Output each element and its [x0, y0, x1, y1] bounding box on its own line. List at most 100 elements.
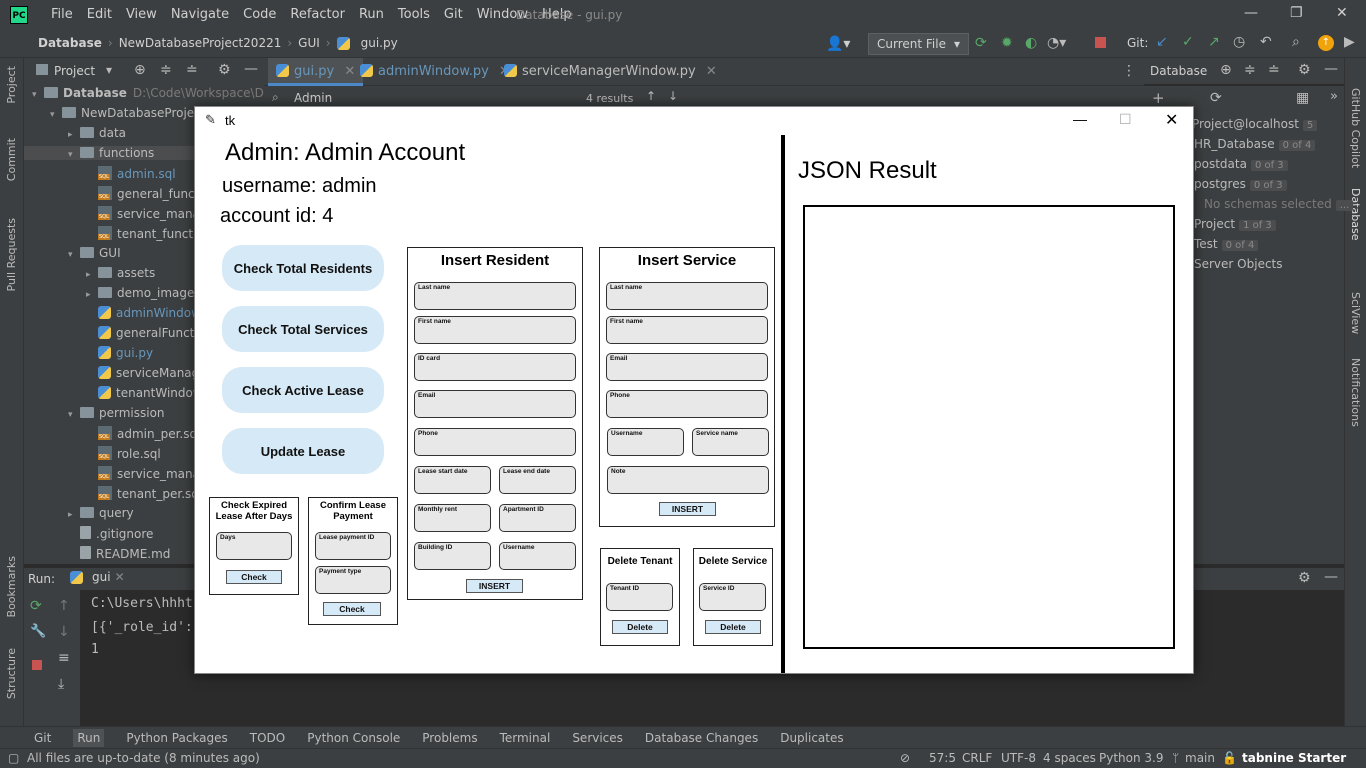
check-active-lease-button[interactable]: Check Active Lease: [222, 367, 384, 413]
minimize-icon[interactable]: —: [1244, 5, 1258, 21]
menu-view[interactable]: View: [119, 7, 164, 22]
collapse-all-icon[interactable]: ≐: [186, 62, 198, 78]
menu-run[interactable]: Run: [352, 7, 391, 22]
service-last-name-field[interactable]: Last name: [606, 282, 768, 310]
arrow-up-icon[interactable]: ↑: [58, 598, 70, 614]
resident-phone-field[interactable]: Phone: [414, 428, 576, 456]
db-tree-item[interactable]: postdata 0 of 3: [1194, 157, 1288, 171]
service-name-field[interactable]: Service name: [692, 428, 769, 456]
wrench-icon[interactable]: 🔧: [30, 624, 46, 639]
payment-type-field[interactable]: Payment type: [315, 566, 391, 594]
resident-first-name-field[interactable]: First name: [414, 316, 576, 344]
git-commit-icon[interactable]: ✓: [1182, 34, 1194, 50]
menu-navigate[interactable]: Navigate: [164, 7, 236, 22]
tool-tab-commit[interactable]: Commit: [5, 138, 18, 181]
maximize-icon[interactable]: ☐: [1119, 111, 1132, 128]
user-icon[interactable]: 👤▾: [826, 36, 850, 52]
refresh-icon[interactable]: ⟳: [1210, 90, 1222, 106]
db-tree-item[interactable]: Project@localhost 5: [1192, 117, 1318, 131]
tabnine-status[interactable]: tabnine Starter: [1242, 751, 1346, 765]
insert-service-button[interactable]: INSERT: [659, 502, 716, 516]
tool-terminal[interactable]: Terminal: [500, 731, 551, 745]
coverage-icon[interactable]: ◐: [1025, 35, 1037, 51]
run-tab-gui[interactable]: gui ✕: [70, 570, 125, 584]
locate-icon[interactable]: ⊕: [1220, 62, 1232, 78]
chevron-down-icon[interactable]: ▾: [32, 90, 44, 100]
locate-icon[interactable]: ⊕: [134, 62, 146, 78]
update-icon[interactable]: ↑: [1318, 35, 1334, 51]
menu-tools[interactable]: Tools: [391, 7, 437, 22]
add-icon[interactable]: +: [1152, 89, 1165, 107]
arrow-up-icon[interactable]: ↑: [646, 89, 656, 103]
chevron-down-icon[interactable]: ▾: [68, 150, 80, 160]
breadcrumb-item[interactable]: GUI: [298, 36, 320, 50]
chevron-down-icon[interactable]: ▾: [50, 110, 62, 120]
lock-icon[interactable]: 🔓: [1222, 751, 1237, 765]
expand-all-icon[interactable]: ≑: [160, 62, 172, 78]
resident-last-name-field[interactable]: Last name: [414, 282, 576, 310]
tool-tab-bookmarks[interactable]: Bookmarks: [5, 556, 18, 617]
tool-tab-sciview[interactable]: SciView: [1349, 292, 1362, 334]
tenant-id-field[interactable]: Tenant ID: [606, 583, 673, 611]
breadcrumb-item[interactable]: gui.py: [361, 36, 398, 50]
update-lease-button[interactable]: Update Lease: [222, 428, 384, 474]
db-tree-item[interactable]: No schemas selected...: [1204, 197, 1354, 211]
arrow-down-icon[interactable]: ↓: [58, 624, 70, 640]
tool-tab-github-copilot[interactable]: GitHub Copilot: [1349, 88, 1362, 168]
chevron-down-icon[interactable]: ▾: [68, 410, 80, 420]
db-tree-item[interactable]: HR_Database 0 of 4: [1194, 137, 1316, 151]
profile-icon[interactable]: ◔▾: [1047, 35, 1066, 51]
apartment-id-field[interactable]: Apartment ID: [499, 504, 576, 532]
minimize-icon[interactable]: —: [1073, 111, 1087, 127]
rollback-icon[interactable]: ↶: [1260, 34, 1272, 50]
lease-start-date-field[interactable]: Lease start date: [414, 466, 491, 494]
service-phone-field[interactable]: Phone: [606, 390, 768, 418]
chevron-right-icon[interactable]: ▸: [86, 290, 98, 300]
git-branch[interactable]: main: [1185, 751, 1215, 765]
service-note-field[interactable]: Note: [607, 466, 769, 494]
hide-icon[interactable]: —: [244, 61, 258, 77]
soft-wrap-icon[interactable]: ≡: [58, 650, 70, 666]
collapse-all-icon[interactable]: ≐: [1268, 62, 1280, 78]
db-tree-item[interactable]: Server Objects: [1194, 257, 1283, 271]
chevron-right-icon[interactable]: ▸: [68, 130, 80, 140]
arrow-down-icon[interactable]: ↓: [668, 89, 678, 103]
tab-gui-py[interactable]: gui.py ✕: [268, 58, 364, 86]
gear-icon[interactable]: ⚙: [218, 62, 231, 78]
monthly-rent-field[interactable]: Monthly rent: [414, 504, 491, 532]
close-icon[interactable]: ✕: [1165, 110, 1178, 130]
menu-refactor[interactable]: Refactor: [283, 7, 352, 22]
tool-python-packages[interactable]: Python Packages: [126, 731, 227, 745]
resident-id-card-field[interactable]: ID card: [414, 353, 576, 381]
tab-service-manager-window[interactable]: serviceManagerWindow.py ✕: [496, 58, 725, 86]
service-email-field[interactable]: Email: [606, 353, 768, 381]
more-icon[interactable]: »: [1330, 89, 1338, 104]
check-total-services-button[interactable]: Check Total Services: [222, 306, 384, 352]
menu-code[interactable]: Code: [236, 7, 283, 22]
resident-username-field[interactable]: Username: [499, 542, 576, 570]
tool-problems[interactable]: Problems: [422, 731, 477, 745]
chevron-right-icon[interactable]: ▸: [86, 270, 98, 280]
close-tab-icon[interactable]: ✕: [115, 570, 125, 584]
history-icon[interactable]: ◷: [1233, 34, 1245, 50]
restore-icon[interactable]: ❐: [1290, 5, 1303, 21]
tool-tab-notifications[interactable]: Notifications: [1349, 358, 1362, 427]
file-encoding[interactable]: UTF-8: [1001, 751, 1036, 765]
service-id-field[interactable]: Service ID: [699, 583, 766, 611]
git-push-icon[interactable]: ↗: [1208, 34, 1220, 50]
gear-icon[interactable]: ⚙: [1298, 570, 1311, 586]
python-interpreter[interactable]: Python 3.9: [1099, 751, 1164, 765]
no-sync-icon[interactable]: ⊘: [900, 751, 910, 765]
chevron-down-icon[interactable]: ▾: [106, 63, 112, 77]
indent-setting[interactable]: 4 spaces: [1043, 751, 1096, 765]
find-input[interactable]: Admin: [294, 91, 332, 105]
run-config-select[interactable]: Current File ▾: [868, 33, 969, 55]
breadcrumb-item[interactable]: Database: [38, 36, 102, 50]
db-tree-item[interactable]: Test 0 of 4: [1194, 237, 1259, 251]
gear-icon[interactable]: ⚙: [1298, 62, 1311, 78]
hide-icon[interactable]: —: [1324, 569, 1338, 585]
tab-admin-window[interactable]: adminWindow.py ✕: [352, 58, 518, 86]
db-tree-item[interactable]: postgres 0 of 3: [1194, 177, 1287, 191]
tool-todo[interactable]: TODO: [250, 731, 285, 745]
close-icon[interactable]: ✕: [1336, 5, 1348, 21]
